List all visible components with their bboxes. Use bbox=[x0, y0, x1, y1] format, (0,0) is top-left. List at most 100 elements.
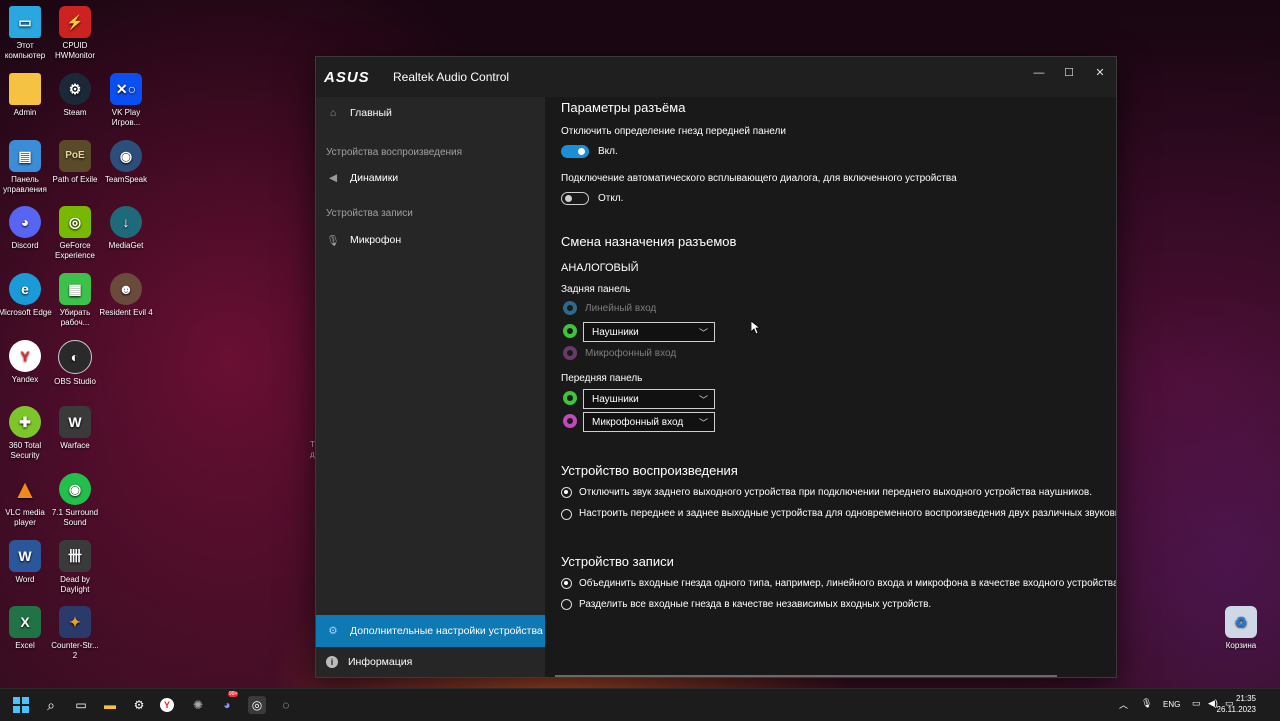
front-detect-label: Отключить определение гнезд передней пан… bbox=[561, 126, 786, 137]
clock[interactable]: 21:35 26.11.2023 bbox=[1217, 693, 1256, 715]
desktop-icon-edge[interactable]: e Microsoft Edge bbox=[0, 273, 52, 318]
realtek-taskbar-icon[interactable]: ◎ bbox=[248, 696, 266, 714]
titlebar[interactable]: ASUS Realtek Audio Control — ☐ ✕ bbox=[316, 57, 1116, 97]
search-icon[interactable]: ⌕ bbox=[42, 696, 60, 714]
hwmonitor-taskbar-icon[interactable]: ◌ bbox=[277, 696, 295, 714]
toggle-knob bbox=[565, 195, 572, 202]
app-taskbar-icon[interactable]: ✺ bbox=[189, 696, 207, 714]
chevron-down-icon: ﹀ bbox=[698, 395, 708, 405]
maximize-button[interactable]: ☐ bbox=[1054, 63, 1084, 83]
task-view-icon[interactable]: ▭ bbox=[72, 696, 90, 714]
sidebar-item-advanced-settings[interactable]: ⚙ Дополнительные настройки устройства bbox=[316, 615, 545, 647]
mouse-cursor-icon bbox=[751, 321, 761, 335]
select-value: Наушники bbox=[592, 327, 639, 338]
desktop-icon-word[interactable]: W Word bbox=[0, 540, 52, 585]
recording-device-heading: Устройство записи bbox=[561, 554, 674, 569]
desktop-icon-vkplay[interactable]: ✕○ VK Play Игров... bbox=[99, 73, 153, 128]
word-icon: W bbox=[9, 540, 41, 572]
front-detect-state: Вкл. bbox=[598, 146, 618, 157]
desktop-icon-surround[interactable]: ◉ 7.1 Surround Sound bbox=[48, 473, 102, 528]
front-headphones-select[interactable]: Наушники ﹀ bbox=[583, 389, 715, 409]
desktop-icon-excel[interactable]: X Excel bbox=[0, 606, 52, 651]
vkplay-icon: ✕○ bbox=[110, 73, 142, 105]
auto-popup-toggle[interactable] bbox=[561, 192, 589, 205]
info-icon: i bbox=[326, 656, 338, 668]
desktop-icon-obs[interactable]: ◐ OBS Studio bbox=[48, 340, 102, 387]
desktop-icon-steam[interactable]: ⚙ Steam bbox=[48, 73, 102, 118]
chevron-up-icon[interactable]: ︿ bbox=[1119, 698, 1128, 711]
desktop-icon-re4[interactable]: ☻ Resident Evil 4 bbox=[99, 273, 153, 318]
dbd-icon: 卌 bbox=[59, 540, 91, 572]
network-icon[interactable]: ▭ bbox=[1192, 698, 1201, 709]
section-playback-devices: Устройства воспроизведения bbox=[326, 147, 463, 158]
desktop-icon-cs2[interactable]: ✦ Counter-Str... 2 bbox=[48, 606, 102, 661]
yandex-icon: Y bbox=[9, 340, 41, 372]
desktop-icon-teamspeak[interactable]: ◉ TeamSpeak bbox=[99, 140, 153, 185]
home-icon: ⌂ bbox=[329, 107, 337, 119]
desktop-icon-recycle-bin[interactable]: ♻ Корзина bbox=[1214, 606, 1268, 651]
steam-taskbar-icon[interactable]: ⚙ bbox=[130, 696, 148, 714]
desktop-icon-path-of-exile[interactable]: PoE Path of Exile bbox=[48, 140, 102, 185]
front-mic-select[interactable]: Микрофонный вход ﹀ bbox=[583, 412, 715, 432]
sidebar-item-label: Главный bbox=[350, 107, 392, 119]
green-app-icon: ▦ bbox=[59, 273, 91, 305]
excel-icon: X bbox=[9, 606, 41, 638]
start-button[interactable] bbox=[12, 696, 30, 714]
horizontal-scrollbar[interactable] bbox=[555, 675, 1057, 677]
sidebar-item-speakers[interactable]: ◀ Динамики bbox=[316, 163, 545, 193]
playback-device-heading: Устройство воспроизведения bbox=[561, 463, 738, 478]
settings-content[interactable]: Параметры разъёма Отключить определение … bbox=[545, 97, 1116, 677]
desktop-icon-dbd[interactable]: 卌 Dead by Daylight bbox=[48, 540, 102, 595]
rear-line-in-jack-icon bbox=[563, 301, 577, 315]
desktop-icon-warface[interactable]: W Warface bbox=[48, 406, 102, 451]
desktop-icon-yandex[interactable]: Y Yandex bbox=[0, 340, 52, 385]
microphone-tray-icon[interactable]: 🎙 bbox=[1141, 698, 1152, 709]
desktop-icon-360[interactable]: ✚ 360 Total Security bbox=[0, 406, 52, 461]
monitor-icon: ▭ bbox=[9, 6, 41, 38]
sidebar-item-information[interactable]: i Информация bbox=[316, 647, 545, 677]
record-option-2-radio[interactable] bbox=[561, 599, 572, 610]
minimize-button[interactable]: — bbox=[1024, 63, 1054, 83]
desktop-icon-green-app[interactable]: ▦ Убирать рабоч... bbox=[48, 273, 102, 328]
front-detect-toggle[interactable] bbox=[561, 145, 589, 158]
surround-icon: ◉ bbox=[59, 473, 91, 505]
rear-headphones-select[interactable]: Наушники ﹀ bbox=[583, 322, 715, 342]
record-option-1-radio[interactable] bbox=[561, 578, 572, 589]
sidebar: ⌂ Главный Устройства воспроизведения ◀ Д… bbox=[316, 97, 545, 677]
sidebar-item-label: Микрофон bbox=[350, 234, 402, 246]
front-headphones-jack-icon bbox=[563, 391, 577, 405]
playback-option-1-radio[interactable] bbox=[561, 487, 572, 498]
desktop-icon-vlc[interactable]: ▲ VLC media player bbox=[0, 473, 52, 528]
sidebar-item-label: Информация bbox=[348, 656, 413, 668]
desktop-icon-geforce[interactable]: ◎ GeForce Experience bbox=[48, 206, 102, 261]
rear-mic-jack-icon bbox=[563, 346, 577, 360]
360-icon: ✚ bbox=[9, 406, 41, 438]
mediaget-icon: ↓ bbox=[110, 206, 142, 238]
steam-icon: ⚙ bbox=[59, 73, 91, 105]
sidebar-item-label: Дополнительные настройки устройства bbox=[350, 625, 543, 637]
select-value: Микрофонный вход bbox=[592, 417, 684, 428]
obs-icon: ◐ bbox=[58, 340, 92, 374]
desktop-icon-discord[interactable]: ◕ Discord bbox=[0, 206, 52, 251]
desktop-icon-mediaget[interactable]: ↓ MediaGet bbox=[99, 206, 153, 251]
hwmonitor-icon: ⚡ bbox=[59, 6, 91, 38]
sidebar-item-microphone[interactable]: 🎙 Микрофон bbox=[316, 225, 545, 255]
desktop-icon-control-panel[interactable]: ▤ Панель управления bbox=[0, 140, 52, 195]
sidebar-item-home[interactable]: ⌂ Главный bbox=[316, 98, 545, 128]
desktop-icon-this-pc[interactable]: ▭ Этот компьютер bbox=[0, 6, 52, 61]
toggle-knob bbox=[578, 148, 585, 155]
warface-icon: W bbox=[59, 406, 91, 438]
realtek-audio-window: ASUS Realtek Audio Control — ☐ ✕ ⌂ Главн… bbox=[315, 56, 1117, 678]
gear-icon: ⚙ bbox=[328, 625, 338, 637]
desktop-icon-admin[interactable]: Admin bbox=[0, 73, 52, 118]
cs2-icon: ✦ bbox=[59, 606, 91, 638]
language-indicator[interactable]: ENG bbox=[1163, 700, 1180, 709]
playback-option-2-radio[interactable] bbox=[561, 509, 572, 520]
discord-taskbar-icon[interactable]: ◕ 99+ bbox=[218, 691, 239, 714]
teamspeak-icon: ◉ bbox=[110, 140, 142, 172]
taskbar: ⌕ ▭ ▬ ⚙ Y ✺ ◕ 99+ ◎ ◌ ︿ 🎙 ENG ▭ ◀) ▭ 21:… bbox=[0, 688, 1280, 721]
yandex-taskbar-icon[interactable]: Y bbox=[160, 698, 174, 712]
desktop-icon-hwmonitor[interactable]: ⚡ CPUID HWMonitor bbox=[48, 6, 102, 61]
close-button[interactable]: ✕ bbox=[1085, 63, 1115, 83]
file-explorer-icon[interactable]: ▬ bbox=[101, 696, 119, 714]
